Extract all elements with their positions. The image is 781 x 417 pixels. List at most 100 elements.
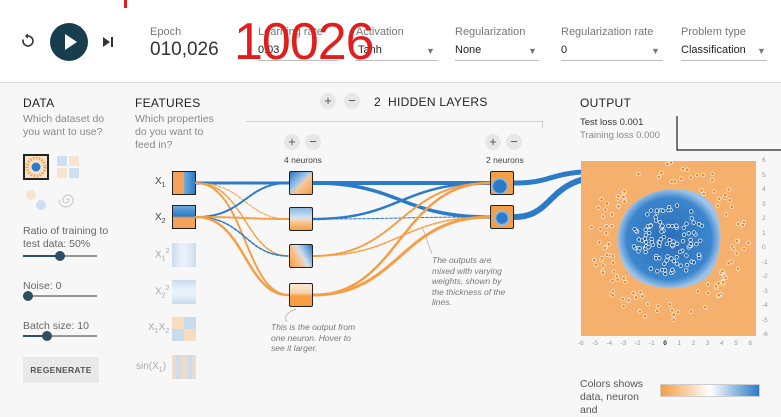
- data-point-orange: [592, 257, 597, 263]
- link-x2-n4: [194, 215, 291, 297]
- output-title: OUTPUT: [580, 96, 632, 110]
- data-point-orange: [621, 304, 626, 309]
- data-point-orange: [706, 290, 711, 296]
- note-weights: The outputs are mixed with varying weigh…: [432, 255, 506, 307]
- data-point-orange: [616, 194, 621, 199]
- data-point-orange: [710, 171, 715, 177]
- data-point-orange: [609, 224, 614, 229]
- data-point-orange: [620, 296, 625, 302]
- data-point-orange: [609, 212, 615, 217]
- data-point-orange: [716, 196, 722, 201]
- data-point-blue: [663, 271, 668, 277]
- data-point-blue: [666, 223, 671, 229]
- data-point-orange: [631, 291, 636, 296]
- colors-legend-bar: [660, 384, 760, 397]
- neuron-l2-1[interactable]: [490, 171, 514, 195]
- data-point-orange: [615, 277, 620, 282]
- data-point-blue: [670, 242, 675, 248]
- data-point-blue: [698, 238, 703, 243]
- data-point-orange: [604, 252, 610, 258]
- data-point-blue: [691, 230, 697, 235]
- data-point-blue: [648, 208, 654, 213]
- data-point-orange: [610, 253, 616, 259]
- data-point-orange: [716, 281, 721, 286]
- data-point-blue: [696, 222, 702, 227]
- data-point-blue: [662, 268, 668, 273]
- data-point-orange: [623, 279, 628, 285]
- data-point-orange: [656, 303, 661, 309]
- x-tick-label: -2: [634, 340, 641, 347]
- x-tick-label: 4: [720, 340, 724, 347]
- data-point-blue: [648, 223, 653, 228]
- data-point-orange: [726, 187, 731, 192]
- data-point-orange: [603, 207, 608, 212]
- data-point-blue: [669, 256, 674, 261]
- data-point-orange: [634, 295, 639, 300]
- data-point-blue: [637, 246, 642, 251]
- data-point-orange: [727, 198, 732, 203]
- data-point-blue: [674, 223, 679, 228]
- data-point-orange: [597, 240, 602, 245]
- x-tick-label: -3: [620, 340, 627, 347]
- data-point-orange: [637, 309, 643, 314]
- data-point-orange: [746, 240, 751, 246]
- data-point-orange: [610, 289, 616, 294]
- neuron-l1-3[interactable]: [289, 244, 313, 268]
- neuron-l1-2[interactable]: [289, 207, 313, 231]
- data-point-blue: [642, 236, 648, 241]
- data-point-blue: [665, 254, 670, 259]
- data-point-orange: [741, 246, 747, 252]
- y-tick-label: -2: [762, 273, 768, 280]
- data-point-orange: [640, 294, 645, 299]
- data-point-orange: [736, 221, 741, 227]
- data-point-orange: [670, 308, 675, 313]
- data-point-blue: [655, 269, 660, 274]
- data-point-blue: [688, 241, 694, 247]
- data-point-orange: [602, 245, 607, 251]
- data-point-orange: [675, 310, 681, 315]
- neuron-l1-4[interactable]: [289, 283, 313, 307]
- data-point-orange: [723, 212, 729, 217]
- x-tick-label: -6: [578, 340, 584, 347]
- training-loss: Training loss 0.000: [580, 130, 660, 141]
- data-point-orange: [604, 231, 609, 236]
- data-point-orange: [712, 189, 717, 194]
- data-point-orange: [671, 317, 676, 322]
- data-point-orange: [604, 201, 610, 206]
- data-point-blue: [674, 255, 679, 260]
- colors-legend-label: Colors shows data, neuron and: [580, 378, 644, 416]
- data-point-orange: [723, 275, 729, 281]
- data-point-orange: [611, 269, 617, 274]
- x-tick-label: -1: [649, 340, 655, 347]
- neuron-l2-2[interactable]: [490, 205, 514, 229]
- data-point-orange: [655, 308, 660, 314]
- data-point-orange: [589, 225, 594, 230]
- data-point-blue: [670, 223, 675, 229]
- data-point-orange: [685, 167, 690, 172]
- data-point-blue: [664, 258, 669, 263]
- data-point-orange: [720, 268, 725, 274]
- neuron-l1-1[interactable]: [289, 171, 313, 195]
- x-tick-label: 2: [691, 340, 696, 347]
- data-point-orange: [734, 251, 739, 256]
- data-point-orange: [598, 226, 603, 232]
- y-tick-label: -1: [762, 258, 768, 266]
- data-point-blue: [670, 267, 675, 272]
- data-point-blue: [683, 268, 689, 273]
- data-point-blue: [646, 245, 651, 250]
- data-point-orange: [672, 179, 678, 184]
- x-tick-label: 6: [748, 340, 753, 347]
- y-tick-label: -3: [762, 287, 768, 295]
- data-point-blue: [636, 237, 641, 242]
- data-point-orange: [715, 203, 720, 208]
- data-point-orange: [643, 314, 648, 319]
- data-point-blue: [684, 253, 689, 258]
- data-point-blue: [674, 261, 680, 267]
- data-point-blue: [666, 205, 672, 210]
- y-tick-label: 2: [762, 215, 766, 222]
- output-decision-plot[interactable]: [581, 161, 756, 336]
- data-point-blue: [657, 240, 662, 245]
- data-point-orange: [705, 282, 711, 287]
- data-point-orange: [600, 270, 605, 275]
- decision-boundary: [589, 161, 751, 322]
